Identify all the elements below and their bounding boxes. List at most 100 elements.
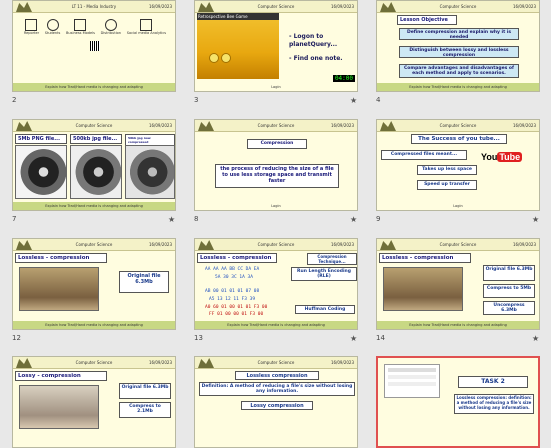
logo-icon [380,121,396,131]
icon-label-5: Social media Analytics [126,31,167,35]
slide-heading: The Success of you tube... [411,134,507,144]
login-link[interactable]: Login [195,202,357,210]
slide-thumb-3[interactable]: Computer Science 16/09/2023 Retrospectiv… [194,0,358,92]
countdown-timer: 04:00 [332,75,355,82]
slide-number: 12 [12,334,21,342]
slide-header-title: Computer Science [75,123,113,128]
hex-row: 5A 30 3C 1A 3A [215,275,253,280]
qr-code-icon [90,41,100,51]
hex-row: AB 00 01 01 01 07 08 [205,289,260,294]
slide-date: 16/09/2023 [148,360,172,365]
slide-header: Computer Science 16/09/2023 [195,1,357,13]
compressed-image-3 [125,145,175,199]
slide-header-title: Computer Science [257,4,295,9]
file-size-box: Original file 6.3Mb [119,271,169,293]
slide-date: 16/09/2023 [330,123,354,128]
slide-heading: Lossy - compression [15,371,107,381]
objective-box: Distinguish between lossy and lossless c… [399,46,519,58]
slide-thumb-13[interactable]: Computer Science 16/09/2023 Lossless - c… [194,238,358,330]
objective-box: Define compression and explain why it is… [399,28,519,40]
slide-text: Compressed files meant... [381,150,467,160]
slide-header-title: LT 11 - Media Industry [71,4,117,9]
slide-header-title: Computer Science [439,242,477,247]
slide-header: Computer Science 16/09/2023 [195,120,357,132]
cat-photo [19,267,99,311]
slide-footer: Explain how Trad/Hand media is changing … [13,321,175,329]
slide-header: Computer Science 16/09/2023 [377,120,539,132]
slide-header: Computer Science 16/09/2023 [377,1,539,13]
hex-row: A5 13 12 11 F3 39 [209,297,256,302]
slide-thumb-16[interactable]: Computer Science 16/09/2023 Lossless com… [194,356,358,448]
cat-photo [383,267,463,311]
embedded-slide-image [384,364,440,398]
slide-header: Computer Science 16/09/2023 [13,239,175,251]
slide-date: 16/09/2023 [512,242,536,247]
slide-thumb-14[interactable]: Computer Science 16/09/2023 Lossless - c… [376,238,540,330]
game-title: Retrospective Bee Game [197,13,279,20]
slide-number: 9 [376,215,381,223]
slide-thumb-17[interactable]: TASK 2 Lossless compression: definition:… [376,356,540,448]
slide-date: 16/09/2023 [148,123,172,128]
star-icon[interactable]: ★ [532,334,539,343]
slide-heading: TASK 2 [458,376,528,388]
slide-thumb-15[interactable]: Computer Science 16/09/2023 Lossy - comp… [12,356,176,448]
star-icon[interactable]: ★ [168,215,175,224]
slide-thumb-12[interactable]: Computer Science 16/09/2023 Lossless - c… [12,238,176,330]
slide-heading: Lossy compression [241,401,313,410]
login-link[interactable]: Login [377,202,539,210]
column-label: 5Mb PNG file... [15,134,67,144]
bee-icon [221,53,231,63]
icon-label-1: Reporter [23,31,40,35]
slide-number: 2 [12,96,17,104]
slide-header: Computer Science 16/09/2023 [13,357,175,369]
slide-heading: Lossless compression [235,371,319,380]
slide-heading: Lossless - compression [15,253,107,263]
slide-header-title: Computer Science [257,242,295,247]
icon-grid: Reporter Students Business Models Distri… [21,19,169,51]
slide-number: 3 [194,96,199,104]
bee-icon [209,53,219,63]
logo-icon [16,2,32,12]
definition-box: the process of reducing the size of a fi… [215,164,339,188]
slide-header: Computer Science 16/09/2023 [13,120,175,132]
slide-header-title: Computer Science [257,360,295,365]
slide-heading: Compression [247,139,307,149]
slide-text: - Logon to planetQuery... [289,33,338,48]
slide-footer: Explain how Trad/Hand media is changing … [195,321,357,329]
icon-label-3: Business Models [66,31,95,35]
star-icon[interactable]: ★ [350,96,357,105]
logo-icon [16,358,32,368]
star-icon[interactable]: ★ [350,215,357,224]
definition-box: Lossless compression: definition: a meth… [454,394,534,414]
star-icon[interactable]: ★ [532,215,539,224]
hex-row: FF 01 00 00 01 F3 00 [209,312,264,317]
slide-footer: Explain how Trad/Hand media is changing … [377,321,539,329]
slide-thumb-7[interactable]: Computer Science 16/09/2023 5Mb PNG file… [12,119,176,211]
slide-heading: Lossless - compression [379,253,471,263]
compressed-image-1 [15,145,67,199]
slide-text: Takes up less space [417,165,477,175]
cat-photo [19,385,99,429]
slide-thumb-8[interactable]: Computer Science 16/09/2023 Compression … [194,119,358,211]
slide-date: 16/09/2023 [148,242,172,247]
slide-thumb-4[interactable]: Computer Science 16/09/2023 Lesson Objec… [376,0,540,92]
star-icon[interactable]: ★ [350,334,357,343]
logo-icon [380,240,396,250]
slide-date: 16/09/2023 [148,4,172,9]
slide-thumb-9[interactable]: Computer Science 16/09/2023 The Success … [376,119,540,211]
logo-icon [16,121,32,131]
technique-box: Compression Technique... [307,253,357,265]
slide-header: LT 11 - Media Industry 16/09/2023 [13,1,175,13]
objective-box: Compare advantages and disadvantages of … [399,64,519,78]
slide-header-title: Computer Science [439,123,477,128]
slide-thumb-2[interactable]: LT 11 - Media Industry 16/09/2023 Report… [12,0,176,92]
slide-footer: Explain how Trad/Hand media is changing … [377,83,539,91]
logo-icon [380,2,396,12]
slide-date: 16/09/2023 [330,242,354,247]
hex-row: AA AA AA BB CC DA EA [205,267,260,272]
slide-heading: Lesson Objective [397,15,457,25]
slide-header-title: Computer Science [439,4,477,9]
slide-number: 8 [194,215,199,223]
slide-text: Speed up transfer [417,180,477,190]
login-link[interactable]: Login [195,83,357,91]
